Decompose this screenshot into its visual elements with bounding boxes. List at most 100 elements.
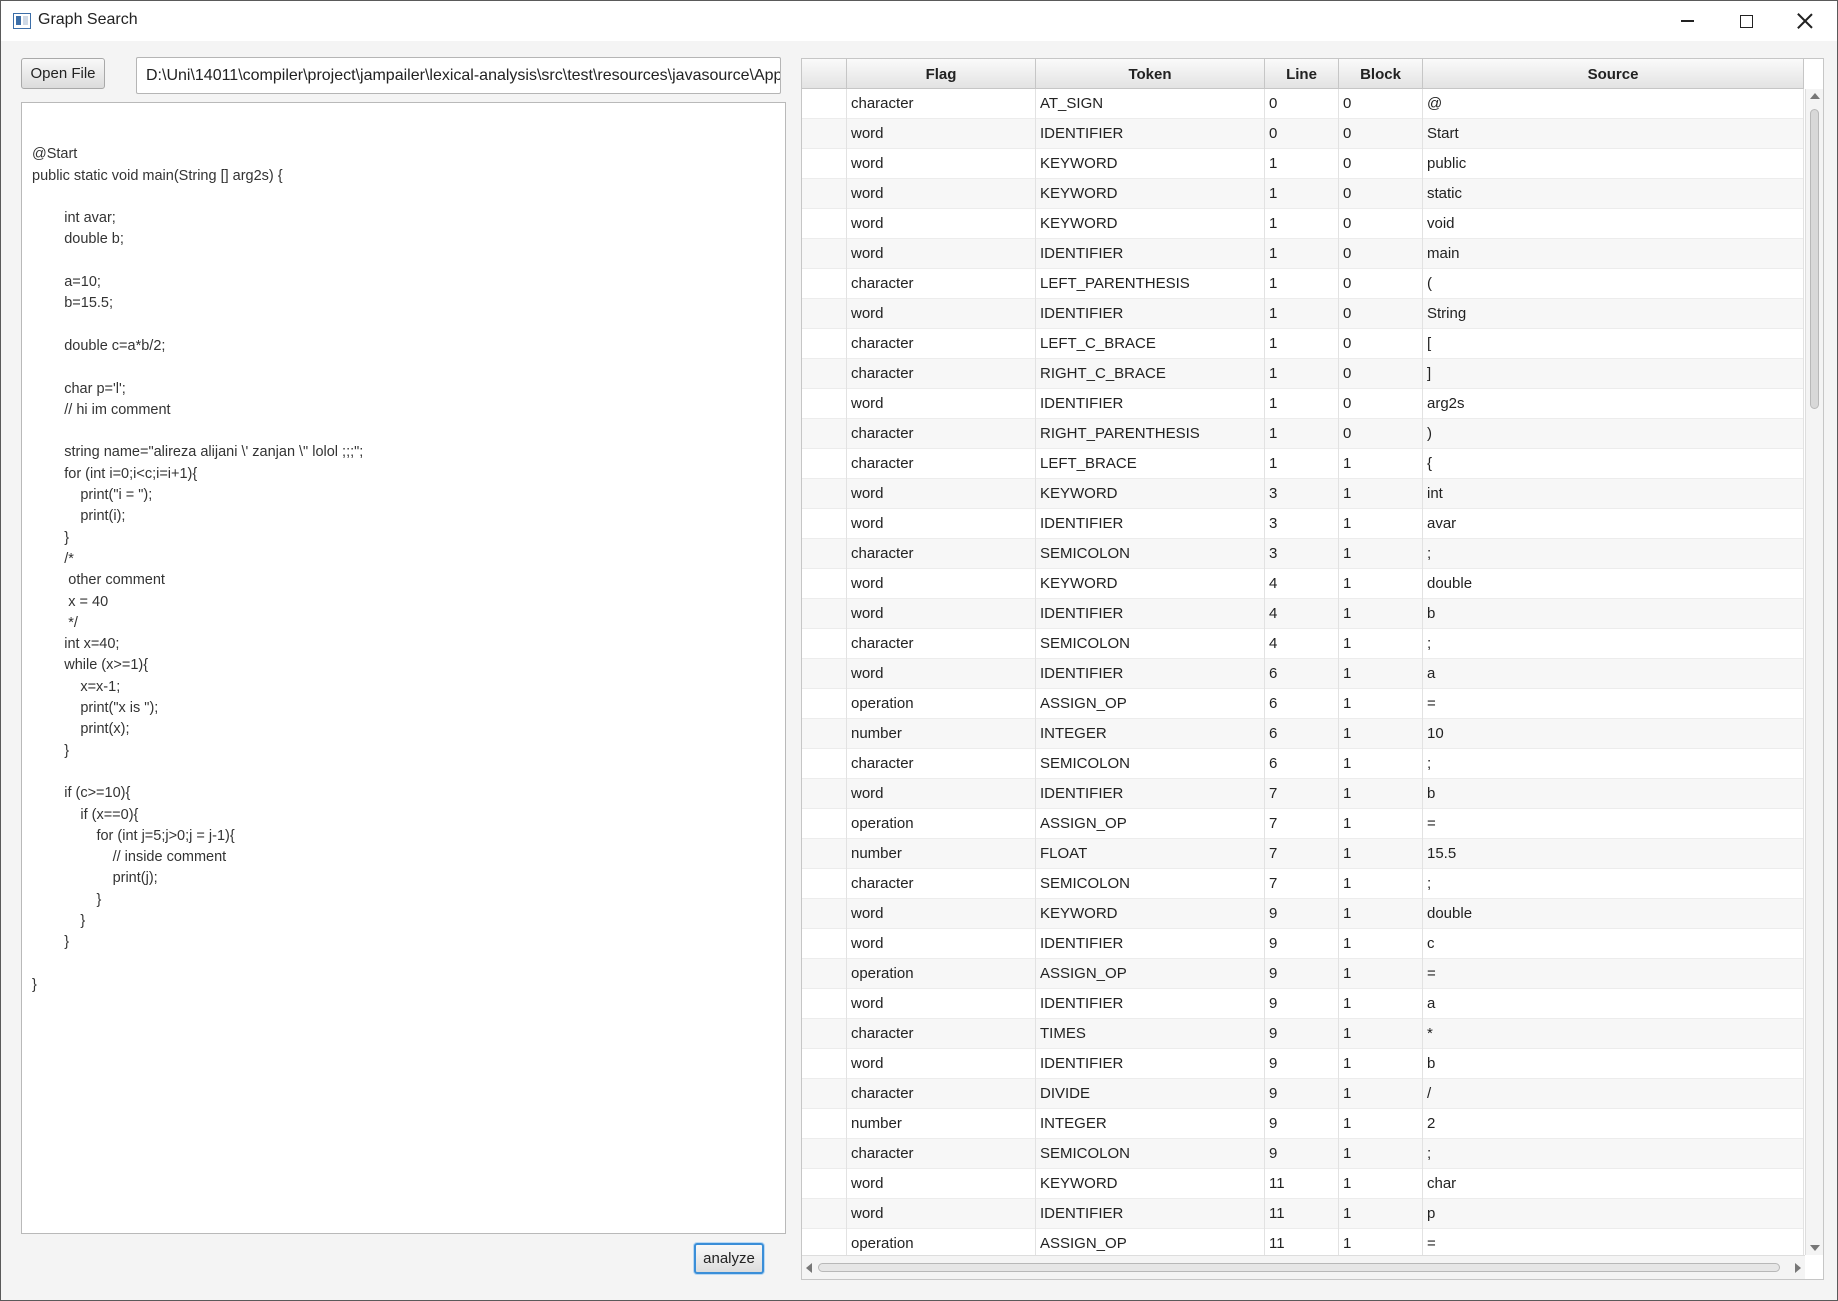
row-number-cell: [802, 449, 847, 479]
table-row[interactable]: operation ASSIGN_OP 9 1 =: [802, 959, 1804, 989]
table-row[interactable]: character SEMICOLON 9 1;: [802, 1139, 1804, 1169]
token-cell: IDENTIFIER: [1036, 929, 1265, 959]
code-line: }: [32, 976, 37, 993]
scroll-right-icon[interactable]: [1795, 1263, 1801, 1273]
table-row[interactable]: character RIGHT_PARENTHESIS 1 0): [802, 419, 1804, 449]
table-row[interactable]: word IDENTIFIER 9 1 b: [802, 1049, 1804, 1079]
block-cell: 0: [1339, 89, 1423, 119]
table-row[interactable]: number INTEGER 9 1 2: [802, 1109, 1804, 1139]
table-row[interactable]: word KEYWORD 3 1 int: [802, 479, 1804, 509]
app-window: Graph Search Open File D:\Uni\14011\comp…: [0, 0, 1838, 1301]
token-header[interactable]: Token: [1036, 59, 1265, 89]
table-row[interactable]: word KEYWORD 4 1 double: [802, 569, 1804, 599]
line-cell: 0: [1265, 89, 1339, 119]
token-cell: KEYWORD: [1036, 479, 1265, 509]
row-number-cell: [802, 209, 847, 239]
table-row[interactable]: character LEFT_BRACE 1 1{: [802, 449, 1804, 479]
table-row[interactable]: word IDENTIFIER 9 1 a: [802, 989, 1804, 1019]
table-row[interactable]: character SEMICOLON 4 1;: [802, 629, 1804, 659]
table-row[interactable]: word IDENTIFIER 9 1 c: [802, 929, 1804, 959]
block-header[interactable]: Block: [1339, 59, 1423, 89]
table-row[interactable]: character LEFT_PARENTHESIS 1 0(: [802, 269, 1804, 299]
source-cell: ;: [1423, 629, 1804, 659]
line-header[interactable]: Line: [1265, 59, 1339, 89]
table-row[interactable]: word IDENTIFIER 6 1 a: [802, 659, 1804, 689]
flag-cell: number: [847, 719, 1036, 749]
token-cell: ASSIGN_OP: [1036, 809, 1265, 839]
table-row[interactable]: word IDENTIFIER 1 0 String: [802, 299, 1804, 329]
line-cell: 1: [1265, 389, 1339, 419]
block-cell: 1: [1339, 959, 1423, 989]
token-cell: IDENTIFIER: [1036, 599, 1265, 629]
source-cell: int: [1423, 479, 1804, 509]
code-line: }: [32, 934, 70, 951]
code-line: int x=40;: [32, 636, 120, 653]
flag-cell: word: [847, 899, 1036, 929]
table-row[interactable]: character RIGHT_C_BRACE 1 0]: [802, 359, 1804, 389]
table-row[interactable]: character SEMICOLON 7 1;: [802, 869, 1804, 899]
table-row[interactable]: word KEYWORD 1 0 void: [802, 209, 1804, 239]
line-cell: 1: [1265, 419, 1339, 449]
table-row[interactable]: word IDENTIFIER 1 0 arg2s: [802, 389, 1804, 419]
block-cell: 0: [1339, 149, 1423, 179]
line-cell: 1: [1265, 329, 1339, 359]
row-number-cell: [802, 509, 847, 539]
close-button[interactable]: [1776, 1, 1834, 41]
source-cell: {: [1423, 449, 1804, 479]
line-cell: 9: [1265, 929, 1339, 959]
table-row[interactable]: word KEYWORD 1 0 static: [802, 179, 1804, 209]
table-row[interactable]: word KEYWORD 9 1 double: [802, 899, 1804, 929]
table-row[interactable]: operation ASSIGN_OP 11 1 =: [802, 1229, 1804, 1255]
row-number-cell: [802, 1079, 847, 1109]
analyze-button[interactable]: analyze: [694, 1243, 764, 1274]
table-row[interactable]: word KEYWORD 1 0 public: [802, 149, 1804, 179]
flag-cell: word: [847, 1169, 1036, 1199]
source-cell: a: [1423, 989, 1804, 1019]
source-cell: =: [1423, 959, 1804, 989]
minimize-button[interactable]: [1658, 1, 1716, 41]
code-line: print("x is ");: [32, 700, 159, 717]
row-number-cell: [802, 629, 847, 659]
line-cell: 1: [1265, 209, 1339, 239]
flag-cell: word: [847, 389, 1036, 419]
table-row[interactable]: character AT_SIGN 0 0 @: [802, 89, 1804, 119]
block-cell: 1: [1339, 1109, 1423, 1139]
maximize-button[interactable]: [1717, 1, 1775, 41]
table-row[interactable]: word KEYWORD 11 1 char: [802, 1169, 1804, 1199]
scroll-up-icon[interactable]: [1810, 93, 1820, 99]
flag-header[interactable]: Flag: [847, 59, 1036, 89]
table-row[interactable]: operation ASSIGN_OP 7 1 =: [802, 809, 1804, 839]
table-row[interactable]: character SEMICOLON 3 1;: [802, 539, 1804, 569]
row-number-cell: [802, 359, 847, 389]
source-code-editor[interactable]: @Start public static void main(String [] …: [21, 102, 786, 1234]
table-row[interactable]: number FLOAT 7 1 15.5: [802, 839, 1804, 869]
table-row[interactable]: character SEMICOLON 6 1;: [802, 749, 1804, 779]
table-row[interactable]: word IDENTIFIER 3 1 avar: [802, 509, 1804, 539]
table-row[interactable]: number INTEGER 6 1 10: [802, 719, 1804, 749]
scroll-down-icon[interactable]: [1810, 1245, 1820, 1251]
vertical-scrollbar[interactable]: [1805, 89, 1823, 1255]
file-path-field[interactable]: D:\Uni\14011\compiler\project\jampailer\…: [136, 57, 781, 94]
table-row[interactable]: word IDENTIFIER 11 1 p: [802, 1199, 1804, 1229]
table-row[interactable]: character TIMES 9 1 *: [802, 1019, 1804, 1049]
table-row[interactable]: word IDENTIFIER 1 0 main: [802, 239, 1804, 269]
block-cell: 0: [1339, 419, 1423, 449]
row-number-cell: [802, 419, 847, 449]
table-row[interactable]: word IDENTIFIER 7 1 b: [802, 779, 1804, 809]
source-header[interactable]: Source: [1423, 59, 1804, 89]
flag-cell: word: [847, 479, 1036, 509]
vertical-scroll-thumb[interactable]: [1810, 109, 1819, 409]
table-row[interactable]: operation ASSIGN_OP 6 1 =: [802, 689, 1804, 719]
table-row[interactable]: character DIVIDE 9 1/: [802, 1079, 1804, 1109]
code-line: @Start: [32, 146, 78, 163]
open-file-button[interactable]: Open File: [21, 58, 105, 89]
table-row[interactable]: character LEFT_C_BRACE 1 0[: [802, 329, 1804, 359]
scroll-left-icon[interactable]: [806, 1263, 812, 1273]
row-number-header[interactable]: [802, 59, 847, 89]
horizontal-scrollbar[interactable]: [802, 1255, 1805, 1279]
table-row[interactable]: word IDENTIFIER 0 0 Start: [802, 119, 1804, 149]
source-cell: main: [1423, 239, 1804, 269]
source-cell: ;: [1423, 539, 1804, 569]
horizontal-scroll-thumb[interactable]: [818, 1263, 1780, 1272]
table-row[interactable]: word IDENTIFIER 4 1 b: [802, 599, 1804, 629]
